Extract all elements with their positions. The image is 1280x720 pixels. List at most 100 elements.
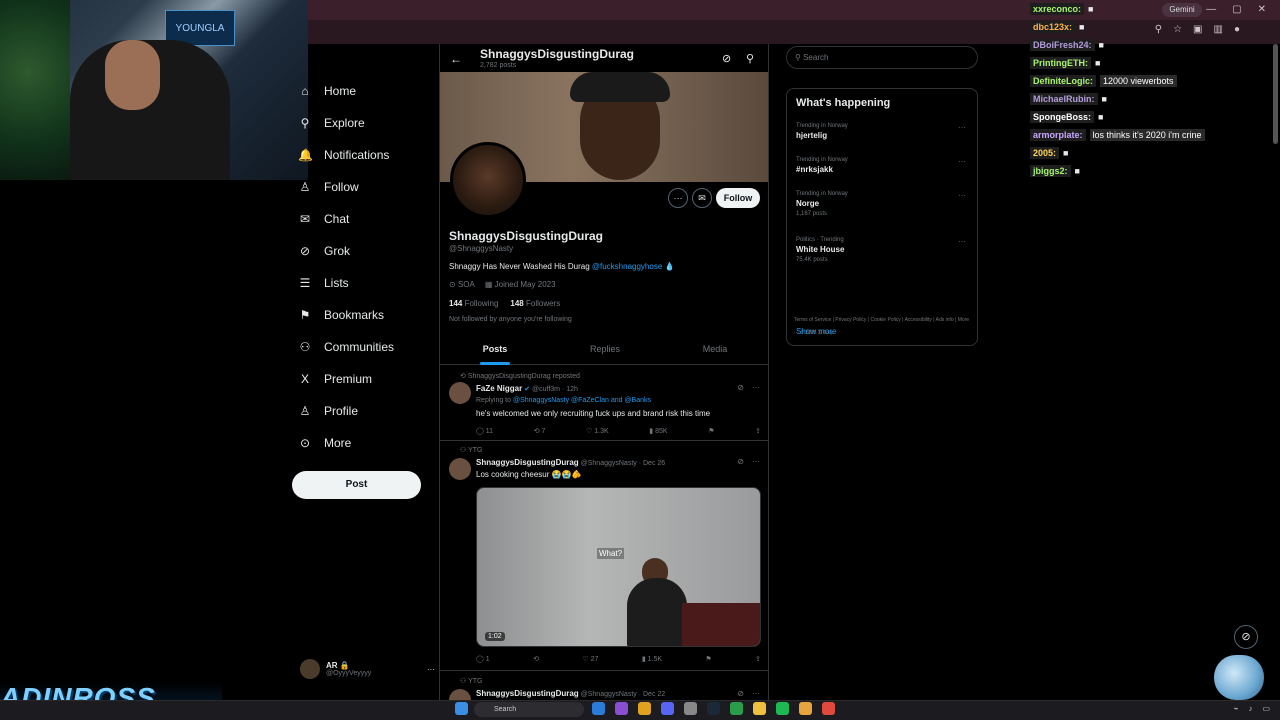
bookmark-icon[interactable]: ⚑ [708,427,714,435]
nav-notifications[interactable]: 🔔 Notifications [292,139,432,171]
spotify-icon[interactable] [776,702,789,715]
settings-icon[interactable] [684,702,697,715]
back-arrow-icon[interactable]: ← [450,52,462,66]
tweet[interactable]: ⟲ ShnaggysDisgustingDurag reposted FaZe … [440,366,768,441]
nav-chat[interactable]: ✉ Chat [292,203,432,235]
nav-label: Chat [324,212,350,226]
views-button[interactable]: ▮ 85K [649,427,667,435]
more-icon[interactable]: ··· [752,383,760,392]
nav-more[interactable]: ⊙ More [292,427,432,459]
author-name[interactable]: ShnaggysDisgustingDurag [476,689,579,698]
reply-button[interactable]: ◯ 1 [476,655,490,663]
account-switcher[interactable]: AR 🔒 @Oyyy​Veyyyy ··· [300,655,435,683]
grok-icon[interactable]: ⊘ [737,383,744,392]
more-options-button[interactable]: ··· [668,188,688,208]
chat-message: SpongeBoss: ■ [1030,108,1270,126]
nav-explore[interactable]: ⚲ Explore [292,107,432,139]
tweet-top-icons: ⊘ ··· [737,383,760,392]
nav-label: Premium [324,372,373,386]
avatar[interactable] [449,382,471,404]
battery-icon[interactable]: ▭ [1262,704,1270,713]
grok-icon[interactable]: ⊘ [722,52,731,65]
tweet[interactable]: ⚇ YTG ShnaggysDisgustingDurag @ShnaggysN… [440,671,768,700]
nav-bookmarks[interactable]: ⚑ Bookmarks [292,299,432,331]
more-icon[interactable]: ··· [958,157,966,166]
avatar [300,659,320,679]
search-input[interactable]: ⚲ Search [786,46,978,69]
following-link[interactable]: 144 Following [449,299,498,308]
author-handle[interactable]: @ShnaggysNasty · Dec 26 [581,460,666,467]
tweet-video[interactable]: What? 1:02 [476,487,761,647]
author-handle[interactable]: @ShnaggysNasty · Dec 22 [581,691,666,698]
nav-profile[interactable]: ♙ Profile [292,395,432,427]
chat-message: MichaelRubin: ■ [1030,90,1270,108]
more-icon[interactable]: ··· [958,123,966,132]
grok-icon[interactable]: ⊘ [737,689,744,698]
repost-button[interactable]: ⟲ [533,655,539,663]
footer-links[interactable]: Terms of Service | Privacy Policy | Cook… [794,314,974,340]
avatar[interactable] [449,458,471,480]
share-icon[interactable]: ⇪ [755,427,761,435]
repost-button[interactable]: ⟲ 7 [534,427,546,435]
folder-icon[interactable] [753,702,766,715]
views-button[interactable]: ▮ 1.5K [642,655,662,663]
nav-grok[interactable]: ⊘ Grok [292,235,432,267]
message-button[interactable]: ✉ [692,188,712,208]
follow-button[interactable]: Follow [716,188,760,208]
nav-premium[interactable]: X Premium [292,363,432,395]
tweet-actions: ◯ 11 ⟲ 7 ♡ 1.3K ▮ 85K ⚑ ⇪ [476,427,761,435]
followers-link[interactable]: 148 Followers [510,299,560,308]
edge-icon[interactable] [592,702,605,715]
author-name[interactable]: FaZe Niggar [476,384,522,393]
more-icon[interactable]: ··· [958,191,966,200]
nav-home[interactable]: ⌂ Home [292,75,432,107]
reply-to-link[interactable]: @ShnaggysNasty @FaZeClan and @Banks [513,397,651,404]
chat-message: DBoiFresh24: ■ [1030,36,1270,54]
repost-icon: ⟲ [533,656,539,663]
share-icon[interactable]: ⇪ [755,655,761,663]
tab-posts[interactable]: Posts [440,339,550,365]
video-webcam-inset [682,603,760,646]
grok-icon[interactable]: ⊘ [737,457,744,466]
reply-button[interactable]: ◯ 11 [476,427,493,435]
like-button[interactable]: ♡ 1.3K [586,427,609,435]
trend-item[interactable]: Trending in Norway hjertelig ··· [796,123,971,140]
trend-item[interactable]: Trending in Norway #nrksjakk ··· [796,157,971,174]
video-person [627,578,687,646]
scrollbar[interactable] [1273,44,1278,144]
nav-follow[interactable]: ♙ Follow [292,171,432,203]
nav-communities[interactable]: ⚇ Communities [292,331,432,363]
avatar[interactable] [449,689,471,700]
author-name[interactable]: ShnaggysDisgustingDurag [476,458,579,467]
windows-start-icon[interactable] [455,702,468,715]
chrome-icon[interactable] [822,702,835,715]
trend-item[interactable]: Trending in Norway Norge 1,167 posts ··· [796,191,971,217]
search-icon[interactable]: ⚲ [746,52,754,65]
bookmark-icon[interactable]: ⚑ [705,655,711,663]
app-icon[interactable] [615,702,628,715]
volume-icon[interactable]: ♪ [1248,704,1252,713]
tab-media[interactable]: Media [660,339,768,364]
chrome-icon[interactable] [638,702,651,715]
pinned-context: ⚇ YTG [460,677,482,685]
profile-avatar[interactable] [450,142,526,218]
grok-floating-button[interactable]: ⊘ [1234,625,1258,649]
more-icon[interactable]: ··· [752,457,760,466]
more-icon[interactable]: ··· [427,665,435,674]
nav-lists[interactable]: ☰ Lists [292,267,432,299]
author-handle[interactable]: @cuff3m · 12h [532,386,578,393]
more-icon[interactable]: ··· [752,689,760,698]
bio-link[interactable]: @fuckshnaggyhose [592,262,662,271]
more-icon[interactable]: ··· [958,237,966,246]
post-button[interactable]: Post [292,471,421,499]
steam-icon[interactable] [707,702,720,715]
trend-item[interactable]: Politics · Trending White House 75.4K po… [796,237,971,263]
network-icon[interactable]: ⌁ [1234,704,1239,713]
tab-replies[interactable]: Replies [550,339,660,364]
taskbar-search[interactable]: Search [474,702,584,717]
app-icon[interactable] [730,702,743,715]
context-text: ShnaggysDisgustingDurag reposted [467,373,580,380]
app-icon[interactable] [799,702,812,715]
like-button[interactable]: ♡ 27 [582,655,598,663]
discord-icon[interactable] [661,702,674,715]
